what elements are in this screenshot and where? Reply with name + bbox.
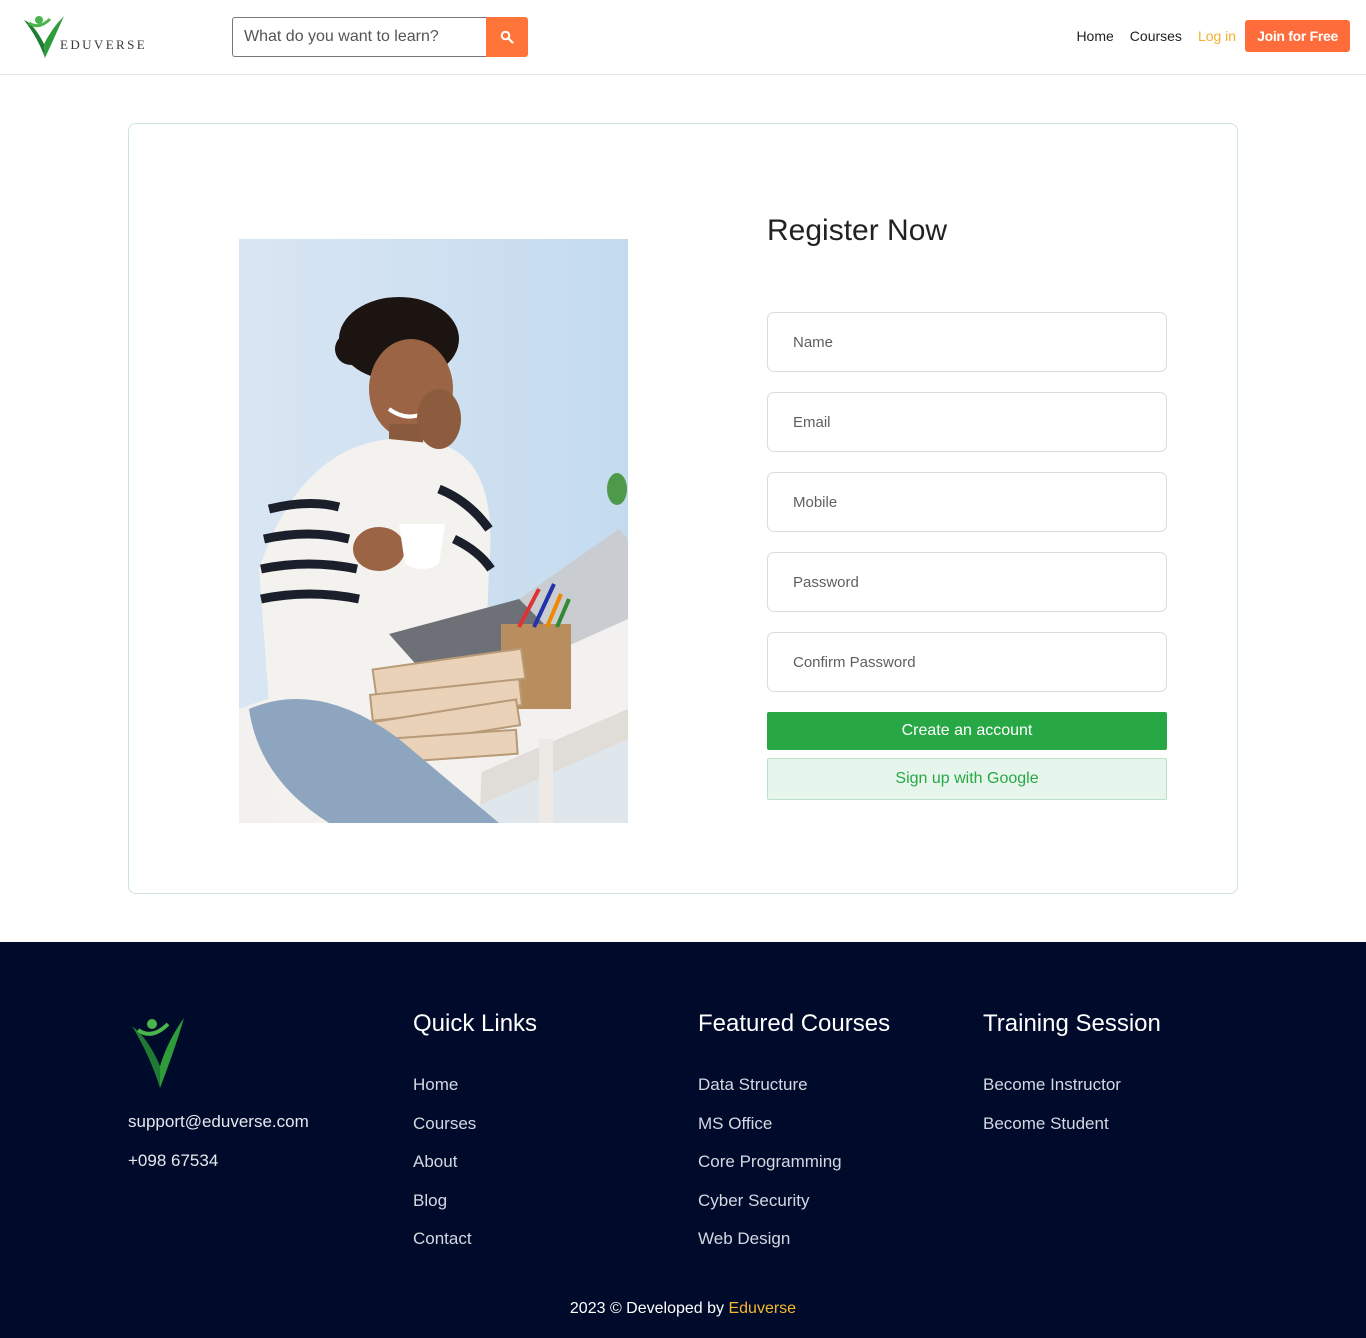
register-title: Register Now	[767, 214, 948, 247]
mobile-field[interactable]	[767, 472, 1167, 532]
course-link-ms-office[interactable]: MS Office	[698, 1114, 890, 1153]
google-signup-button[interactable]: Sign up with Google	[767, 758, 1167, 800]
support-phone[interactable]: +098 67534	[128, 1151, 309, 1190]
register-form: Register Now Create an account Sign up w…	[767, 214, 1167, 800]
main-nav: Home Courses Log in Join for Free	[1060, 20, 1350, 52]
search-button[interactable]	[486, 17, 528, 57]
site-footer: support@eduverse.com +098 67534 Quick Li…	[0, 942, 1366, 1338]
search-input[interactable]	[232, 17, 486, 57]
student-photo	[239, 239, 628, 823]
support-email[interactable]: support@eduverse.com	[128, 1112, 309, 1151]
nav-login-link[interactable]: Log in	[1198, 28, 1236, 44]
footer-link-home[interactable]: Home	[413, 1075, 537, 1114]
copyright: 2023 © Developed by Eduverse	[0, 1300, 1366, 1318]
nav-home-link[interactable]: Home	[1076, 28, 1113, 44]
training-session-title: Training Session	[983, 1010, 1161, 1037]
logo-text: EDUVERSE	[60, 37, 148, 52]
become-student-link[interactable]: Become Student	[983, 1114, 1161, 1153]
join-for-free-button[interactable]: Join for Free	[1245, 20, 1350, 52]
footer-link-courses[interactable]: Courses	[413, 1114, 537, 1153]
search-icon	[500, 30, 514, 44]
featured-courses-title: Featured Courses	[698, 1010, 891, 1037]
training-session-column: Training Session Become Instructor Becom…	[983, 1010, 1161, 1152]
copyright-brand-link[interactable]: Eduverse	[728, 1300, 796, 1317]
site-header: EDUVERSE Home Courses Log in Join for Fr…	[0, 0, 1366, 75]
register-card: Register Now Create an account Sign up w…	[128, 123, 1238, 894]
featured-courses-column: Featured Courses Data Structure MS Offic…	[698, 1010, 890, 1268]
become-instructor-link[interactable]: Become Instructor	[983, 1075, 1161, 1114]
student-illustration	[239, 239, 628, 823]
email-field[interactable]	[767, 392, 1167, 452]
copyright-text: 2023 © Developed by	[569, 1300, 725, 1317]
confirm-password-field[interactable]	[767, 632, 1167, 692]
footer-link-contact[interactable]: Contact	[413, 1229, 537, 1268]
logo-figure-icon	[132, 1018, 184, 1088]
footer-contact: support@eduverse.com +098 67534	[128, 1112, 309, 1190]
eduverse-logo[interactable]: EDUVERSE	[22, 14, 162, 60]
quick-links-title: Quick Links	[413, 1010, 538, 1037]
course-link-core-programming[interactable]: Core Programming	[698, 1152, 890, 1191]
name-field[interactable]	[767, 312, 1167, 372]
footer-link-blog[interactable]: Blog	[413, 1191, 537, 1230]
course-link-web-design[interactable]: Web Design	[698, 1229, 890, 1268]
search-bar	[232, 17, 528, 57]
quick-links-column: Quick Links Home Courses About Blog Cont…	[413, 1010, 537, 1268]
footer-logo[interactable]	[130, 1016, 188, 1095]
password-field[interactable]	[767, 552, 1167, 612]
course-link-data-structure[interactable]: Data Structure	[698, 1075, 890, 1114]
create-account-button[interactable]: Create an account	[767, 712, 1167, 750]
nav-courses-link[interactable]: Courses	[1130, 28, 1182, 44]
course-link-cyber-security[interactable]: Cyber Security	[698, 1191, 890, 1230]
footer-link-about[interactable]: About	[413, 1152, 537, 1191]
